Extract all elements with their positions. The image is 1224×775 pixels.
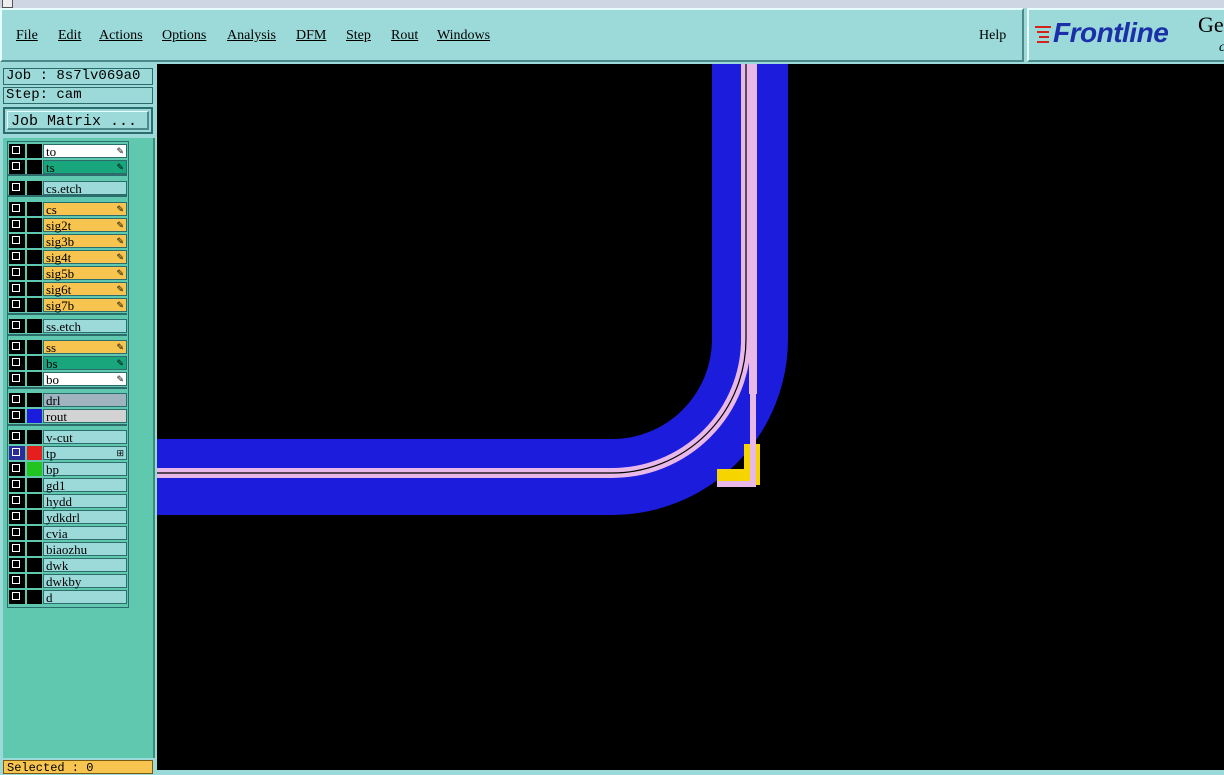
pink-path-outer	[157, 64, 751, 478]
menu-rout[interactable]: Rout	[391, 28, 418, 44]
frontline-logo: Frontline Ge c	[1027, 8, 1224, 62]
menu-help[interactable]: Help	[979, 28, 1006, 44]
step-name: Step: cam	[3, 87, 153, 104]
menu-actions[interactable]: Actions	[99, 28, 143, 44]
pink-path-centerline	[157, 64, 747, 474]
job-matrix-label: Job Matrix ...	[7, 111, 149, 130]
menu-bar: File Edit Actions Options Analysis DFM S…	[0, 8, 1024, 62]
menu-analysis[interactable]: Analysis	[227, 28, 276, 44]
window-title-bar	[0, 0, 1224, 8]
canvas-drawing	[157, 64, 788, 515]
menu-edit[interactable]: Edit	[58, 28, 81, 44]
rout-track	[157, 64, 788, 515]
menu-windows[interactable]: Windows	[437, 28, 490, 44]
menu-options[interactable]: Options	[162, 28, 206, 44]
app-icon	[2, 0, 13, 8]
menu-file[interactable]: File	[16, 28, 38, 44]
layer-panel: to ✎ ts ✎ cs.etch cs ✎ sig2t ✎ sig3b ✎ sig4t ✎ sig5b ✎…	[3, 138, 155, 758]
graphic-canvas[interactable]	[157, 64, 1224, 770]
logo-brand-text: Frontline	[1053, 17, 1169, 48]
job-matrix-button[interactable]: Job Matrix ...	[3, 107, 153, 134]
job-name: Job : 8s7lv069a0	[3, 68, 153, 85]
menu-dfm[interactable]: DFM	[296, 28, 326, 44]
logo-partial-text: Ge	[1198, 12, 1224, 37]
layer-list-frame	[7, 141, 129, 608]
selected-path	[157, 64, 757, 487]
logo-partial-subtext: c	[1219, 40, 1224, 56]
rout-path	[157, 64, 788, 515]
menu-step[interactable]: Step	[346, 28, 371, 44]
selected-status: Selected : 0	[3, 760, 153, 775]
